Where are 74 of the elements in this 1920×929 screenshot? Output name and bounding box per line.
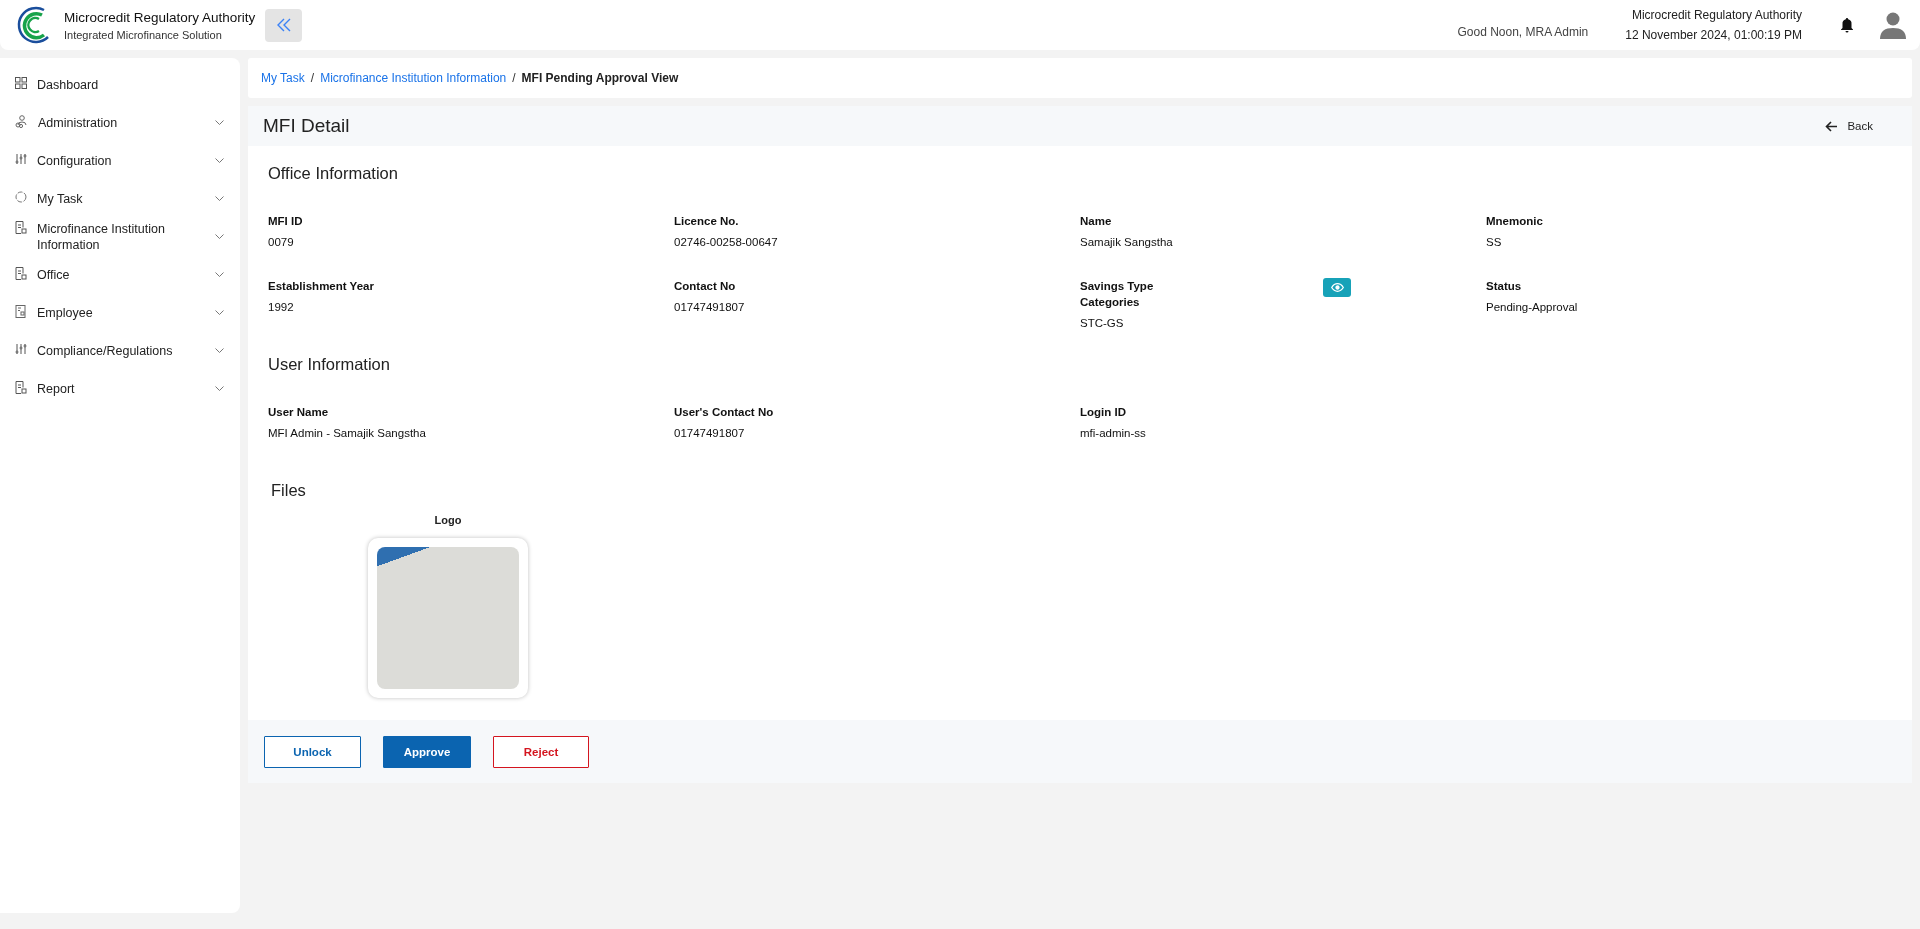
chevron-down-icon — [215, 158, 224, 164]
sidebar-item[interactable]: Office — [0, 256, 240, 294]
user-avatar-icon[interactable] — [1880, 11, 1906, 39]
breadcrumb-link[interactable]: Microfinance Institution Information — [320, 71, 507, 85]
sidebar-item[interactable]: Configuration — [0, 142, 240, 180]
file-label: Logo — [434, 514, 462, 526]
sliders-icon — [15, 153, 27, 165]
sidebar-item[interactable]: My Task — [0, 180, 240, 218]
users-icon — [15, 115, 28, 128]
arrow-left-icon — [1825, 120, 1839, 132]
breadcrumb-link[interactable]: My Task — [261, 71, 305, 85]
field-value: 1992 — [268, 301, 295, 313]
field-label: User Name — [268, 405, 329, 420]
field-value: MFI Admin - Samajik Sangstha — [268, 427, 427, 439]
document-icon — [15, 267, 27, 280]
section-title: Office Information — [268, 164, 399, 183]
date-time: 12 November 2024, 01:00:19 PM — [1625, 28, 1802, 42]
chevron-down-icon — [215, 272, 224, 278]
field-value: mfi-admin-ss — [1080, 427, 1147, 439]
chevron-down-icon — [215, 386, 224, 392]
sidebar-item[interactable]: Report — [0, 370, 240, 408]
chevron-down-icon — [215, 120, 224, 126]
collapse-sidebar-button[interactable] — [265, 8, 303, 42]
document-icon — [15, 221, 27, 234]
field-label: MFI ID — [268, 214, 303, 229]
organization-name: Microcredit Regulatory Authority — [1631, 8, 1802, 22]
chevron-down-icon — [215, 310, 224, 316]
double-chevron-left-icon — [275, 18, 292, 32]
field-value: 01747491807 — [674, 427, 746, 439]
field-label: Contact No — [674, 279, 736, 294]
field-value: 01747491807 — [674, 301, 746, 313]
breadcrumb-separator: / — [512, 71, 516, 85]
field-label: User's Contact No — [674, 405, 774, 420]
sidebar-item[interactable]: Administration — [0, 104, 240, 142]
approve-button[interactable]: Approve — [383, 735, 471, 768]
field-value: Samajik Sangstha — [1080, 236, 1174, 248]
notification-bell-icon[interactable] — [1840, 17, 1854, 33]
unlock-button[interactable]: Unlock — [264, 735, 361, 768]
document-icon — [15, 305, 27, 318]
back-button[interactable]: Back — [1825, 120, 1897, 132]
field-label: Establishment Year — [268, 279, 374, 294]
field-value: STC-GS — [1080, 317, 1125, 329]
sidebar-item[interactable]: Dashboard — [0, 66, 240, 104]
sidebar-item[interactable]: Employee — [0, 294, 240, 332]
reject-button[interactable]: Reject — [493, 735, 589, 768]
field-value: 0079 — [268, 236, 295, 248]
field-label: Login ID — [1080, 405, 1126, 420]
chevron-down-icon — [215, 348, 224, 354]
field-value: Pending-Approval — [1486, 301, 1579, 313]
chevron-down-icon — [215, 196, 224, 202]
field-label: Savings Type Categories — [1080, 279, 1155, 310]
sliders-icon — [15, 343, 27, 355]
field-label: Name — [1080, 214, 1112, 229]
grid-icon — [15, 77, 27, 89]
field-value: SS — [1486, 236, 1503, 248]
field-label: Licence No. — [674, 214, 739, 229]
sidebar-item[interactable]: Microfinance Institution Information — [0, 218, 240, 256]
section-title: User Information — [268, 355, 391, 374]
app-title: Microcredit Regulatory Authority — [64, 9, 256, 25]
document-icon — [15, 381, 27, 394]
view-button[interactable] — [1323, 278, 1351, 297]
greeting-text: Good Noon, MRA Admin — [1457, 25, 1589, 41]
breadcrumb-separator: / — [310, 71, 315, 85]
field-label: Status — [1486, 279, 1522, 294]
eye-icon — [1330, 283, 1344, 292]
field-value: 02746-00258-00647 — [674, 236, 779, 248]
app-subtitle: Integrated Microfinance Solution — [64, 28, 223, 41]
section-title: Files — [271, 481, 307, 500]
page-title: MFI Detail — [263, 115, 350, 137]
field-label: Mnemonic — [1486, 214, 1543, 229]
chevron-down-icon — [215, 234, 224, 240]
sidebar-item[interactable]: Compliance/Regulations — [0, 332, 240, 370]
circle-icon — [15, 191, 27, 203]
breadcrumb-current: MFI Pending Approval View — [521, 71, 679, 85]
